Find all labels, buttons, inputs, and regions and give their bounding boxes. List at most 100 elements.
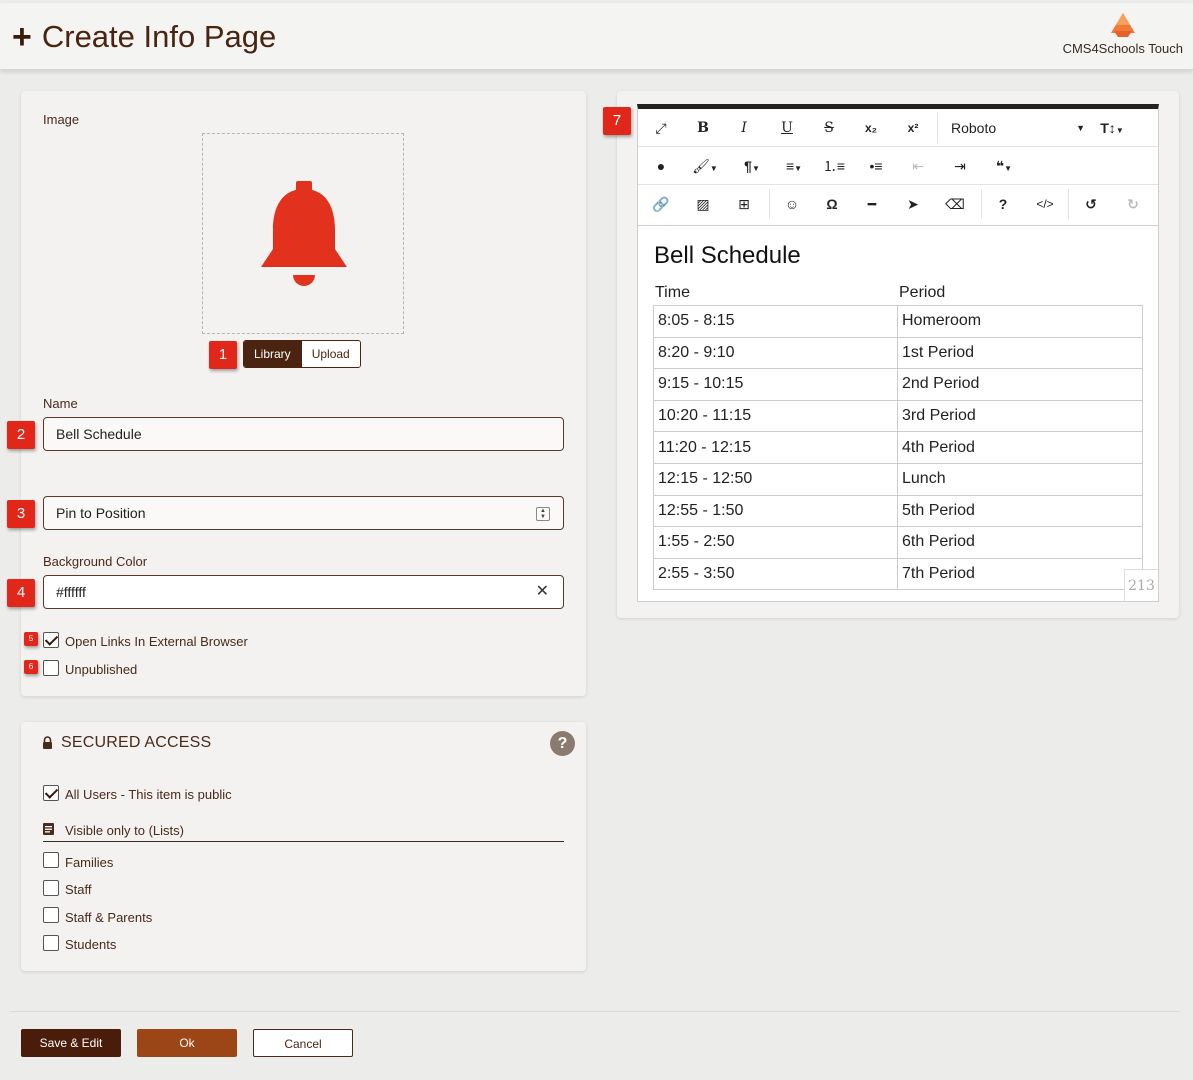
visible-lists-label: Visible only to (Lists) xyxy=(65,823,184,838)
fullscreen-icon[interactable]: ⤢ xyxy=(649,117,673,139)
code-view-icon[interactable]: </> xyxy=(1033,193,1057,215)
clear-formatting-icon[interactable]: ⌫ xyxy=(943,193,967,215)
list-checkbox-families[interactable] xyxy=(43,852,59,868)
table-row: 1:55 - 2:50 6th Period xyxy=(653,526,1143,559)
unpublished-checkbox[interactable] xyxy=(43,660,59,676)
bold-icon[interactable]: B xyxy=(691,117,715,139)
library-button[interactable]: Library xyxy=(244,341,301,367)
superscript-icon[interactable]: x² xyxy=(901,117,925,139)
marker-3: 3 xyxy=(7,500,35,528)
time-cell[interactable]: 1:55 - 2:50 xyxy=(653,526,898,559)
unordered-list-icon[interactable]: •≡ xyxy=(864,155,888,177)
col-header-period: Period xyxy=(899,284,946,301)
marker-6: 6 xyxy=(24,660,38,674)
image-icon[interactable]: ▨ xyxy=(691,193,715,215)
align-icon[interactable]: ≡▼ xyxy=(778,155,810,177)
time-cell[interactable]: 12:15 - 12:50 xyxy=(653,462,898,496)
ordered-list-icon[interactable]: ⒈≡ xyxy=(822,155,846,177)
doc-title: Bell Schedule xyxy=(654,242,801,269)
marker-1: 1 xyxy=(209,341,237,369)
secured-access-panel xyxy=(21,722,586,971)
image-preview[interactable] xyxy=(202,133,404,334)
period-cell[interactable]: Lunch xyxy=(897,462,1143,496)
plus-icon: + xyxy=(12,18,32,56)
marker-5: 5 xyxy=(24,632,38,646)
rich-text-editor: ⤢ B I U S x₂ x² Roboto ▼ T↕▼ ● 🖌▼ ¶▼ ≡▼ … xyxy=(637,104,1159,602)
quote-icon[interactable]: ❝▼ xyxy=(988,155,1020,177)
name-input[interactable]: Bell Schedule xyxy=(43,417,564,451)
table-icon[interactable]: ⊞ xyxy=(732,193,756,215)
time-cell[interactable]: 8:05 - 8:15 xyxy=(653,305,898,338)
bg-color-value: #ffffff xyxy=(56,584,86,600)
clear-icon[interactable]: ✕ xyxy=(536,576,549,608)
bell-icon xyxy=(261,181,347,286)
save-edit-button[interactable]: Save & Edit xyxy=(21,1029,121,1057)
open-links-checkbox[interactable] xyxy=(43,632,59,648)
paragraph-format-icon[interactable]: ¶▼ xyxy=(737,155,767,177)
toolbar-separator xyxy=(1068,189,1069,219)
name-label: Name xyxy=(43,396,78,411)
upload-button[interactable]: Upload xyxy=(300,341,360,367)
period-cell[interactable]: 4th Period xyxy=(897,431,1143,464)
visible-lists-divider xyxy=(43,841,564,842)
underline-icon[interactable]: U xyxy=(775,117,799,139)
font-size-icon[interactable]: T↕▼ xyxy=(1096,117,1128,139)
help-editor-icon[interactable]: ? xyxy=(991,193,1015,215)
period-cell[interactable]: 6th Period xyxy=(897,526,1143,559)
open-links-label: Open Links In External Browser xyxy=(65,634,248,649)
time-cell[interactable]: 2:55 - 3:50 xyxy=(653,557,898,591)
text-color-icon[interactable]: ● xyxy=(649,155,673,177)
time-cell[interactable]: 10:20 - 11:15 xyxy=(653,399,898,433)
outdent-icon[interactable]: ⇤ xyxy=(906,155,930,177)
all-users-checkbox[interactable] xyxy=(43,785,59,801)
time-cell[interactable]: 12:55 - 1:50 xyxy=(653,494,898,528)
period-cell[interactable]: 2nd Period xyxy=(897,368,1143,401)
paint-brush-icon[interactable]: 🖌▼ xyxy=(689,155,721,177)
toolbar-separator xyxy=(769,189,770,219)
bg-color-input[interactable]: #ffffff ✕ xyxy=(43,575,564,609)
italic-icon[interactable]: I xyxy=(732,117,756,139)
help-icon[interactable]: ? xyxy=(550,731,575,756)
list-checkbox-students[interactable] xyxy=(43,935,59,951)
time-cell[interactable]: 9:15 - 10:15 xyxy=(653,368,898,401)
footer-divider xyxy=(10,1011,1180,1012)
list-label-families: Families xyxy=(65,855,114,870)
list-icon xyxy=(43,823,54,835)
table-row: 8:05 - 8:15 Homeroom xyxy=(653,305,1143,338)
undo-icon[interactable]: ↺ xyxy=(1079,193,1103,215)
page-title-text: Create Info Page xyxy=(41,19,277,54)
list-checkbox-staff[interactable] xyxy=(43,880,59,896)
image-label: Image xyxy=(43,112,80,127)
period-cell[interactable]: 3rd Period xyxy=(897,399,1143,433)
table-row: 10:20 - 11:15 3rd Period xyxy=(653,399,1143,433)
period-cell[interactable]: 7th Period xyxy=(897,557,1143,591)
table-row: 12:55 - 1:50 5th Period xyxy=(653,494,1143,528)
time-cell[interactable]: 11:20 - 12:15 xyxy=(653,431,898,464)
period-cell[interactable]: 1st Period xyxy=(897,336,1143,370)
select-all-icon[interactable]: ➤ xyxy=(901,193,925,215)
indent-icon[interactable]: ⇥ xyxy=(948,155,972,177)
toolbar-separator xyxy=(981,189,982,219)
position-select[interactable]: Pin to Position ▲ ▼ xyxy=(43,496,564,530)
subscript-icon[interactable]: x₂ xyxy=(859,117,883,139)
period-cell[interactable]: 5th Period xyxy=(897,494,1143,528)
list-checkbox-staff-parents[interactable] xyxy=(43,907,59,923)
emoticon-icon[interactable]: ☺ xyxy=(780,193,804,215)
list-label-staff: Staff xyxy=(65,882,92,897)
ok-button[interactable]: Ok xyxy=(137,1029,237,1057)
link-icon[interactable]: 🔗 xyxy=(649,193,673,215)
period-cell[interactable]: Homeroom xyxy=(897,305,1143,338)
special-character-icon[interactable]: Ω xyxy=(820,193,844,215)
col-header-time: Time xyxy=(655,284,690,301)
strikethrough-icon[interactable]: S xyxy=(817,117,841,139)
cancel-button[interactable]: Cancel xyxy=(253,1029,353,1057)
font-family-select[interactable]: Roboto ▼ xyxy=(951,117,1085,139)
redo-icon[interactable]: ↻ xyxy=(1121,193,1145,215)
time-cell[interactable]: 8:20 - 9:10 xyxy=(653,336,898,370)
table-row: 12:15 - 12:50 Lunch xyxy=(653,462,1143,496)
chevron-down-icon: ▼ xyxy=(1076,123,1085,133)
toolbar-row-3: 🔗 ▨ ⊞ ☺ Ω ━ ➤ ⌫ ? </> ↺ ↻ xyxy=(638,185,1158,226)
table-row: 11:20 - 12:15 4th Period xyxy=(653,431,1143,464)
schedule-table[interactable]: 8:05 - 8:15 Homeroom 8:20 - 9:10 1st Period… xyxy=(653,305,1143,591)
horizontal-line-icon[interactable]: ━ xyxy=(860,193,884,215)
